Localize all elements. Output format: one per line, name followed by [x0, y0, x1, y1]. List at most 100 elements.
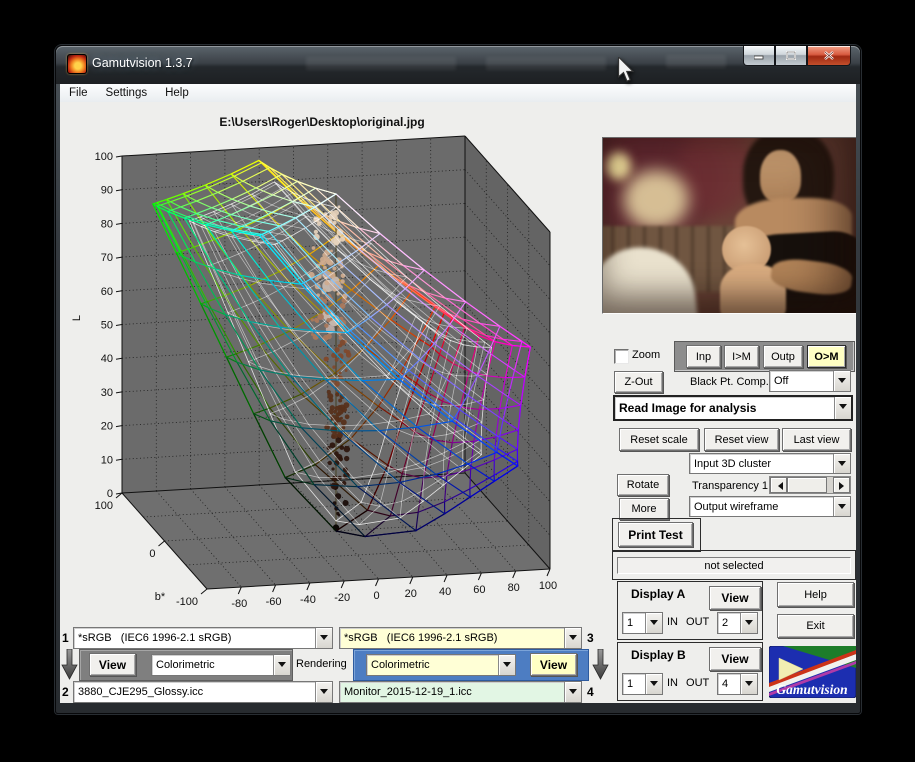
- svg-text:100: 100: [95, 151, 113, 163]
- app-icon[interactable]: [67, 54, 87, 74]
- svg-text:40: 40: [439, 586, 451, 598]
- svg-text:Gamutvision: Gamutvision: [776, 682, 847, 697]
- svg-text:L: L: [71, 315, 83, 321]
- dropdown-arrow-icon[interactable]: [564, 628, 581, 648]
- minimize-icon: [754, 51, 764, 60]
- view-left-button[interactable]: View: [89, 653, 136, 676]
- maximize-icon: [786, 51, 797, 61]
- slider-right-arrow-icon[interactable]: [833, 477, 850, 493]
- rendering-intent-left-select[interactable]: Colorimetric: [151, 654, 291, 676]
- transparency-slider[interactable]: [769, 476, 851, 494]
- svg-text:-100: -100: [176, 596, 198, 608]
- rendering-label: Rendering: [296, 658, 347, 670]
- mouse-cursor: [615, 57, 637, 83]
- client-area: 01020304050607080901001000-100-80-60-40-…: [60, 102, 856, 703]
- minimize-button[interactable]: [743, 46, 775, 66]
- slot1-number: 1: [62, 631, 69, 645]
- black-pt-comp-label: Black Pt. Comp.: [690, 376, 769, 388]
- svg-text:10: 10: [101, 454, 113, 466]
- black-pt-comp-select[interactable]: Off: [769, 370, 851, 392]
- input-to-monitor-button[interactable]: I>M: [724, 345, 759, 368]
- dropdown-arrow-icon[interactable]: [498, 655, 515, 675]
- profile2-select[interactable]: 3880_CJE295_Glossy.icc: [73, 681, 333, 703]
- output-to-monitor-button[interactable]: O>M: [807, 345, 846, 368]
- display-b-title: Display B: [631, 648, 686, 662]
- menu-settings[interactable]: Settings: [97, 84, 157, 102]
- dropdown-arrow-icon[interactable]: [740, 674, 757, 694]
- rendering-intent-right-select[interactable]: Colorimetric: [366, 654, 516, 676]
- svg-text:-20: -20: [334, 592, 350, 604]
- input-gamut-button[interactable]: Inp: [686, 345, 721, 368]
- svg-text:20: 20: [405, 588, 417, 600]
- selection-status: not selected: [617, 557, 851, 574]
- display-b-inout-label: IN OUT: [667, 677, 709, 689]
- profile3-select[interactable]: *sRGB (IEC6 1996-2.1 sRGB): [339, 627, 582, 649]
- dropdown-arrow-icon[interactable]: [315, 628, 332, 648]
- exit-button[interactable]: Exit: [777, 614, 854, 638]
- photo-art: [603, 138, 856, 313]
- window-title: Gamutvision 1.3.7: [92, 56, 193, 70]
- close-button[interactable]: [807, 46, 851, 66]
- slot3-number: 3: [587, 631, 594, 645]
- svg-text:20: 20: [101, 421, 113, 433]
- maximize-button[interactable]: [775, 46, 807, 66]
- display-a-out-select[interactable]: 2: [717, 612, 758, 634]
- svg-text:60: 60: [101, 286, 113, 298]
- dropdown-arrow-icon[interactable]: [645, 674, 662, 694]
- dropdown-arrow-icon[interactable]: [833, 454, 850, 473]
- print-test-button[interactable]: Print Test: [618, 522, 693, 547]
- svg-text:-80: -80: [231, 598, 247, 610]
- dropdown-arrow-icon[interactable]: [834, 397, 851, 419]
- menu-file[interactable]: File: [60, 84, 97, 102]
- slider-thumb[interactable]: [787, 477, 827, 493]
- dropdown-arrow-icon[interactable]: [564, 682, 581, 702]
- svg-text:90: 90: [101, 185, 113, 197]
- title-bar[interactable]: Gamutvision 1.3.7: [56, 46, 860, 84]
- profile4-select[interactable]: Monitor_2015-12-19_1.icc: [339, 681, 582, 703]
- view-right-button[interactable]: View: [530, 653, 577, 676]
- zoom-checkbox-label: Zoom: [632, 349, 660, 361]
- dropdown-arrow-icon[interactable]: [273, 655, 290, 675]
- display-a-in-select[interactable]: 1: [622, 612, 663, 634]
- display-b-in-select[interactable]: 1: [622, 673, 663, 695]
- photo-thumbnail: [602, 137, 856, 314]
- display-b-out-select[interactable]: 4: [717, 673, 758, 695]
- dropdown-arrow-icon[interactable]: [833, 371, 850, 391]
- rotate-button[interactable]: Rotate: [617, 474, 669, 496]
- titlebar-ghost-reflection: [486, 57, 606, 70]
- dropdown-arrow-icon[interactable]: [740, 613, 757, 633]
- dropdown-arrow-icon[interactable]: [315, 682, 332, 702]
- svg-text:80: 80: [101, 218, 113, 230]
- more-button[interactable]: More: [619, 498, 669, 520]
- slider-left-arrow-icon[interactable]: [770, 477, 787, 493]
- svg-text:30: 30: [101, 387, 113, 399]
- reset-scale-button[interactable]: Reset scale: [619, 428, 699, 451]
- svg-text:60: 60: [473, 584, 485, 596]
- desktop-background: { "window": { "title": "Gamutvision 1.3.…: [0, 0, 915, 762]
- dropdown-arrow-icon[interactable]: [645, 613, 662, 633]
- analysis-mode-select[interactable]: Read Image for analysis: [613, 395, 853, 421]
- reset-view-button[interactable]: Reset view: [704, 428, 779, 451]
- menu-help[interactable]: Help: [156, 84, 198, 102]
- titlebar-ghost-reflection: [666, 55, 726, 68]
- zoom-checkbox[interactable]: [614, 349, 629, 364]
- svg-text:E:\Users\Roger\Desktop\origina: E:\Users\Roger\Desktop\original.jpg: [219, 115, 424, 129]
- display-content-select[interactable]: Input 3D cluster: [689, 453, 851, 474]
- dropdown-arrow-icon[interactable]: [833, 497, 850, 516]
- display-b-view-button[interactable]: View: [709, 647, 761, 671]
- wireframe-mode-select[interactable]: Output wireframe: [689, 496, 851, 517]
- close-icon: [824, 51, 835, 61]
- display-a-title: Display A: [631, 587, 685, 601]
- z-out-button[interactable]: Z-Out: [614, 371, 663, 393]
- output-gamut-button[interactable]: Outp: [763, 345, 803, 368]
- last-view-button[interactable]: Last view: [782, 428, 851, 451]
- svg-text:40: 40: [101, 353, 113, 365]
- svg-text:0: 0: [149, 548, 155, 560]
- display-a-view-button[interactable]: View: [709, 586, 761, 610]
- help-button[interactable]: Help: [777, 582, 854, 607]
- gamutvision-logo: Gamutvision: [769, 646, 856, 698]
- svg-text:-60: -60: [266, 596, 282, 608]
- gamut-3d-plot[interactable]: 01020304050607080901001000-100-80-60-40-…: [60, 106, 602, 626]
- down-arrow-icon: [61, 649, 78, 680]
- profile1-select[interactable]: *sRGB (IEC6 1996-2.1 sRGB): [73, 627, 333, 649]
